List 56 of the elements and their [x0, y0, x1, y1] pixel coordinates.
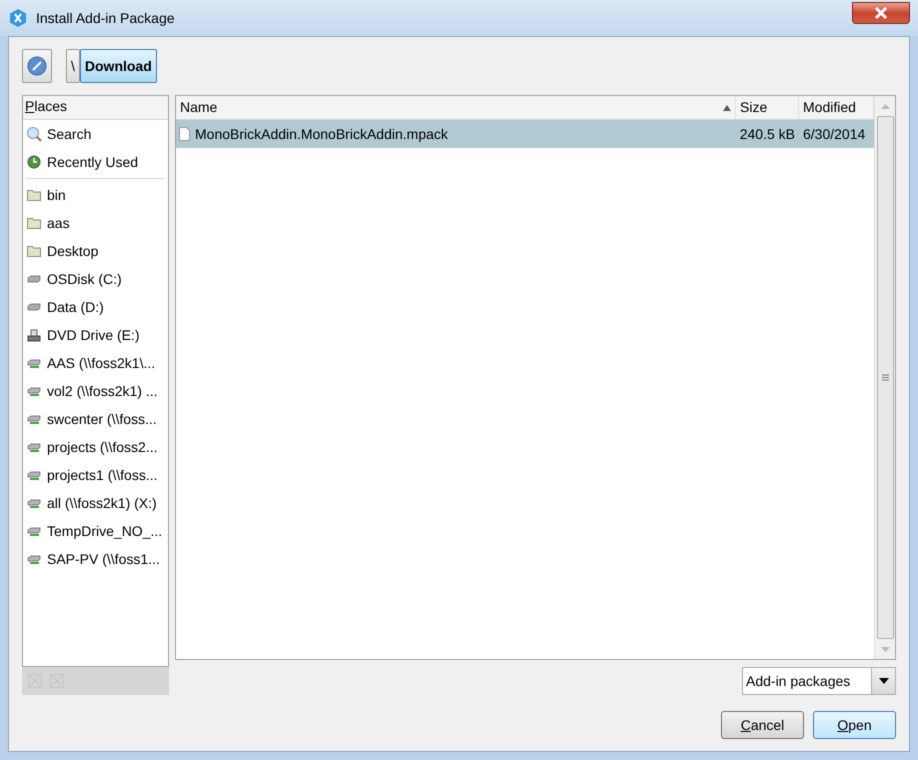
place-item[interactable]: vol2 (\\foss2k1) ...	[23, 377, 168, 405]
network-drive-icon	[27, 498, 41, 508]
place-item[interactable]: projects (\\foss2...	[23, 433, 168, 461]
file-row[interactable]: MonoBrickAddin.MonoBrickAddin.mpack 240.5 kB 6/30/2014	[176, 120, 874, 148]
column-header[interactable]: Name	[176, 96, 736, 119]
network-drive-icon	[27, 358, 41, 368]
clock-icon	[27, 155, 41, 169]
place-item[interactable]: bin	[23, 181, 168, 209]
place-item[interactable]: projects1 (\\foss...	[23, 461, 168, 489]
place-item[interactable]: all (\\foss2k1) (X:)	[23, 489, 168, 517]
app-logo-icon	[8, 8, 28, 28]
optical-drive-icon	[27, 328, 41, 342]
sort-ascending-icon	[723, 104, 731, 110]
place-item[interactable]: Desktop	[23, 237, 168, 265]
dialog-button[interactable]: Open	[813, 711, 896, 739]
dialog-button[interactable]: Cancel	[721, 711, 804, 739]
column-header[interactable]: Size	[736, 96, 799, 119]
file-icon	[179, 127, 190, 141]
path-segment-button[interactable]: Download	[80, 49, 157, 83]
folder-icon	[27, 245, 41, 257]
drive-icon	[27, 275, 41, 283]
path-segment-button[interactable]: \	[66, 49, 80, 83]
filter-dropdown[interactable]: Add-in packages	[742, 667, 896, 695]
place-item[interactable]: TempDrive_NO_...	[23, 517, 168, 545]
network-drive-icon	[27, 386, 41, 396]
close-button[interactable]	[852, 2, 910, 24]
network-drive-icon	[27, 470, 41, 480]
scrollbar-thumb[interactable]	[876, 116, 894, 639]
pencil-icon	[27, 56, 47, 76]
place-item[interactable]: swcenter (\\foss...	[23, 405, 168, 433]
place-item[interactable]: Data (D:)	[23, 293, 168, 321]
file-name: MonoBrickAddin.MonoBrickAddin.mpack	[195, 124, 448, 144]
folder-icon	[27, 217, 41, 229]
place-item[interactable]: DVD Drive (E:)	[23, 321, 168, 349]
network-drive-icon	[27, 526, 41, 536]
place-item[interactable]: SAP-PV (\\foss1...	[23, 545, 168, 573]
network-drive-icon	[27, 414, 41, 424]
network-drive-icon	[27, 442, 41, 452]
search-icon	[26, 126, 42, 142]
places-header[interactable]: Places	[23, 96, 168, 120]
place-item[interactable]: aas	[23, 209, 168, 237]
grip-icon	[882, 374, 888, 381]
vertical-scrollbar[interactable]	[874, 96, 895, 659]
place-item[interactable]: AAS (\\foss2k1\...	[23, 349, 168, 377]
file-size: 240.5 kB	[738, 124, 796, 144]
file-modified: 6/30/2014	[802, 124, 866, 144]
close-icon	[874, 7, 888, 19]
edit-path-button[interactable]	[22, 49, 52, 83]
place-item[interactable]: Search	[23, 120, 168, 148]
dropdown-caret-icon	[878, 678, 888, 684]
folder-icon	[27, 189, 41, 201]
place-item[interactable]: Recently Used	[23, 148, 168, 176]
network-drive-icon	[27, 554, 41, 564]
drive-icon	[27, 303, 41, 311]
place-item[interactable]: OSDisk (C:)	[23, 265, 168, 293]
window-title: Install Add-in Package	[36, 8, 175, 28]
